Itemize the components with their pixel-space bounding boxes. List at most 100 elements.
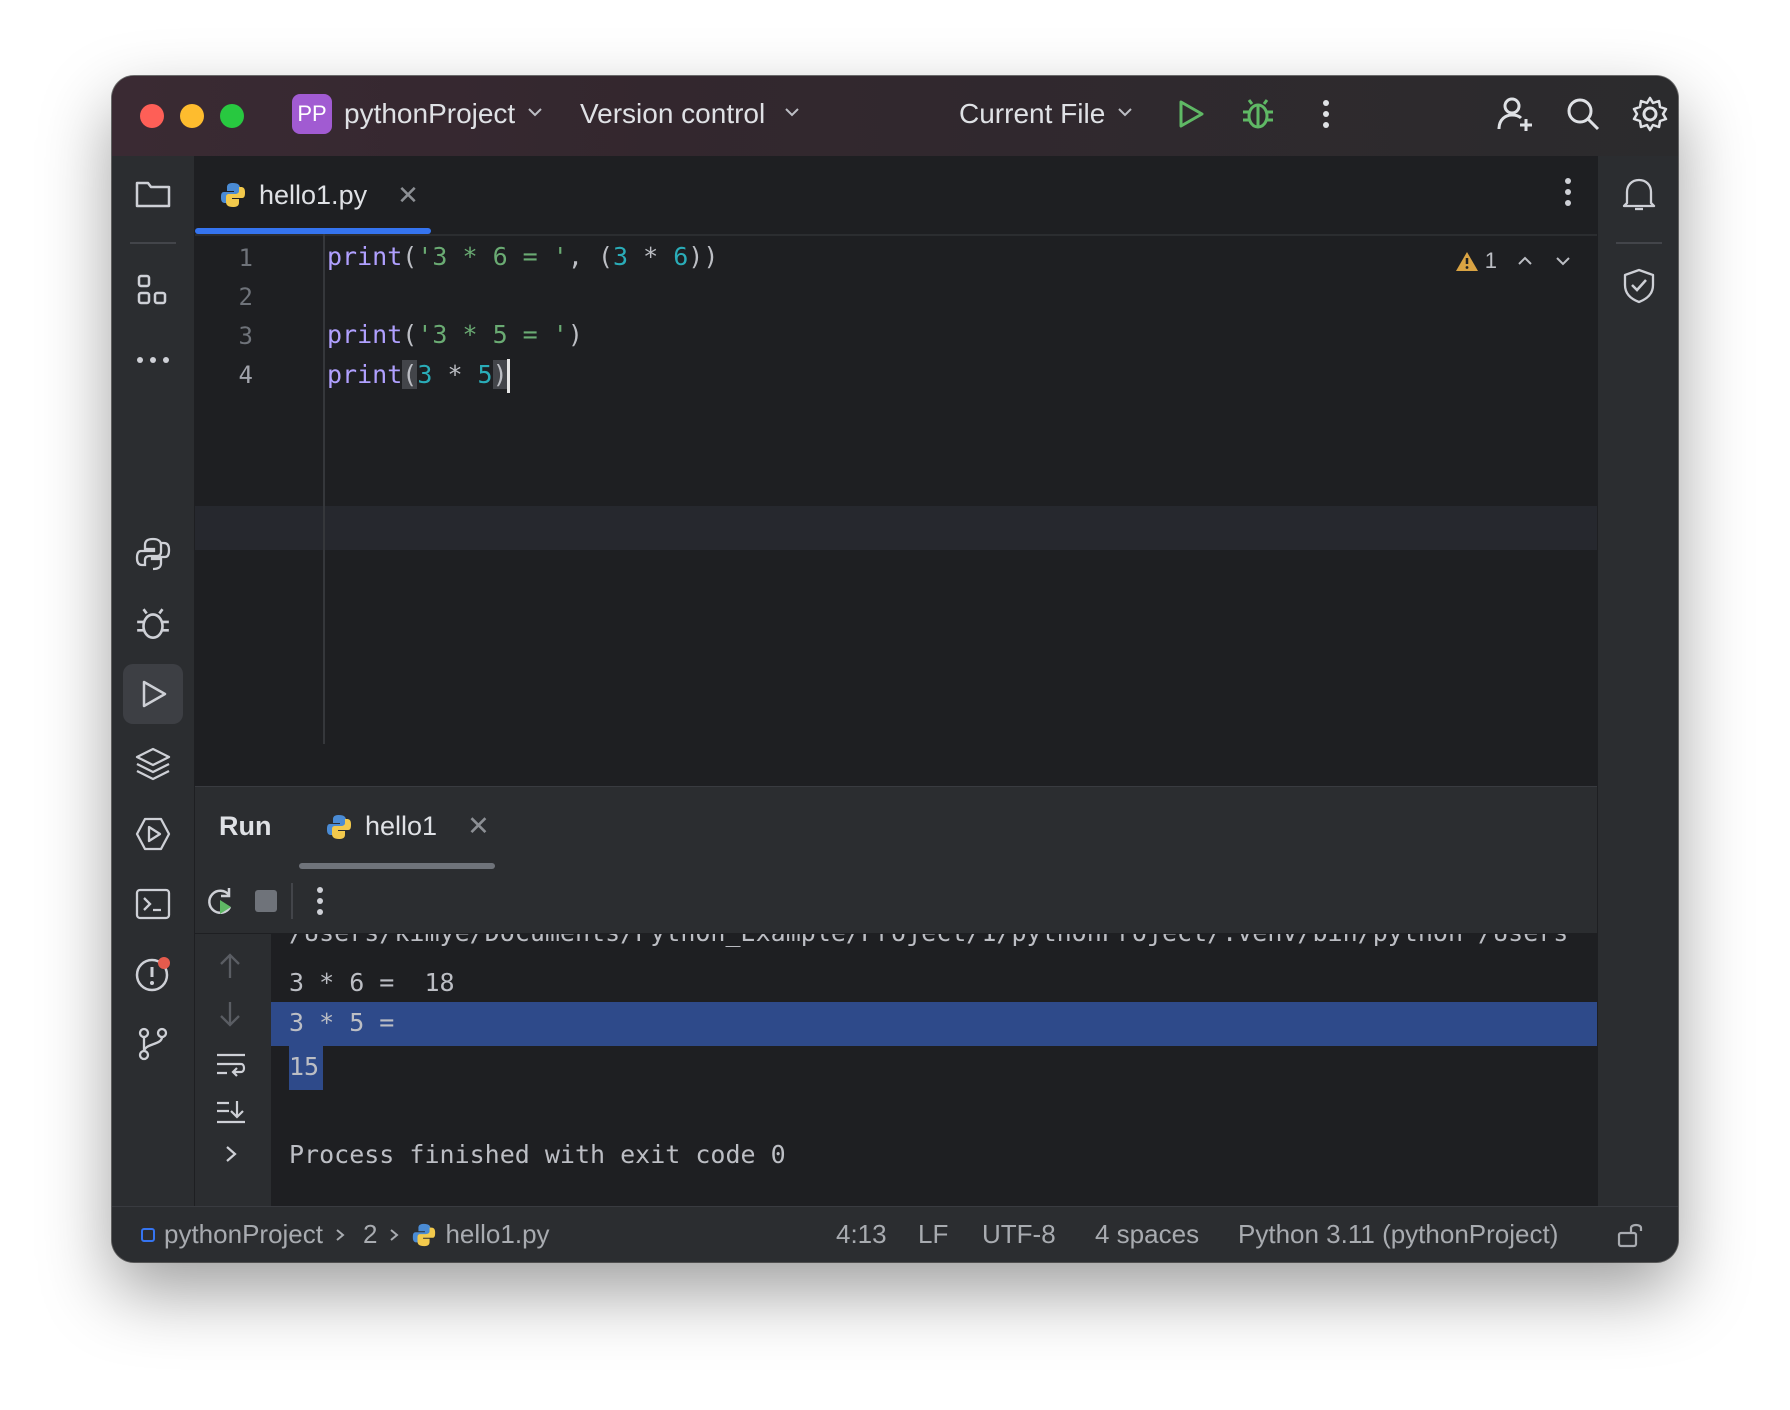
- tab-filename: hello1.py: [259, 179, 368, 210]
- chevron-down-icon: [1118, 108, 1132, 117]
- more-actions-button[interactable]: [1302, 90, 1350, 138]
- vertical-dots-icon[interactable]: [315, 885, 325, 917]
- services-tool-button[interactable]: [123, 804, 183, 864]
- status-bar: pythonProject 2 hello1.py 4:13 LF UTF-8 …: [112, 1206, 1678, 1262]
- debug-icon: [137, 608, 169, 640]
- python-console-icon: [135, 537, 171, 571]
- close-window-button[interactable]: [140, 104, 164, 128]
- problems-icon: [135, 957, 170, 992]
- line-number: 3: [238, 322, 253, 350]
- warning-icon: [1455, 252, 1478, 271]
- version-control-dropdown[interactable]: Version control: [580, 98, 765, 130]
- run-button[interactable]: [1166, 90, 1214, 138]
- stop-icon[interactable]: [253, 888, 279, 914]
- settings-button[interactable]: [1626, 90, 1674, 138]
- debug-button[interactable]: [1234, 90, 1282, 138]
- line-separator[interactable]: LF: [918, 1219, 948, 1250]
- debug-tool-button[interactable]: [123, 594, 183, 654]
- run-tab-label: hello1: [365, 811, 438, 841]
- more-tools-button[interactable]: [123, 330, 183, 390]
- code-line-1[interactable]: print('3 * 6 = ', (3 * 6)): [327, 242, 718, 271]
- line-number: 1: [238, 244, 253, 272]
- console-line: Process finished with exit code 0: [289, 1140, 786, 1169]
- editor-area: hello1.py ✕ 1 2 3 4 print('3 * 6 = ', (3…: [195, 156, 1597, 786]
- module-icon: [141, 1227, 155, 1242]
- services-icon: [135, 817, 171, 851]
- breadcrumb-folder[interactable]: 2: [363, 1219, 377, 1250]
- ide-window: PP pythonProject Version control Current…: [112, 76, 1678, 1262]
- console-line: 3 * 6 = 18: [289, 968, 455, 997]
- structure-tool-button[interactable]: [123, 260, 183, 320]
- python-file-icon: [413, 1223, 436, 1246]
- run-side-toolbar: [195, 934, 271, 1206]
- python-file-icon: [327, 814, 351, 839]
- file-encoding[interactable]: UTF-8: [982, 1219, 1056, 1250]
- arrow-down-icon[interactable]: [217, 1000, 243, 1028]
- chevron-right-icon[interactable]: [221, 1142, 241, 1166]
- project-tool-button[interactable]: [123, 164, 183, 224]
- scroll-to-end-icon[interactable]: [215, 1098, 247, 1126]
- title-bar: PP pythonProject Version control Current…: [112, 76, 1678, 156]
- close-tab-button[interactable]: ✕: [397, 180, 419, 211]
- search-button[interactable]: [1559, 90, 1607, 138]
- shield-icon: [1623, 268, 1655, 304]
- close-run-tab-button[interactable]: ✕: [467, 811, 490, 842]
- run-icon: [142, 680, 167, 708]
- tab-actions-icon[interactable]: [1563, 176, 1573, 208]
- vertical-dots-icon: [1323, 100, 1329, 128]
- caret-position[interactable]: 4:13: [836, 1219, 887, 1250]
- inspection-widget[interactable]: 1: [1455, 248, 1573, 274]
- breadcrumb-file[interactable]: hello1.py: [445, 1219, 549, 1250]
- notifications-button[interactable]: [1609, 164, 1669, 224]
- indent-setting[interactable]: 4 spaces: [1095, 1219, 1199, 1250]
- code-with-me-button[interactable]: [1492, 90, 1540, 138]
- chevron-down-icon[interactable]: [1553, 251, 1573, 271]
- more-icon: [137, 357, 169, 363]
- lock-open-icon[interactable]: [1616, 1221, 1644, 1249]
- problems-tool-button[interactable]: [123, 944, 183, 1004]
- run-panel-title: Run: [219, 811, 272, 841]
- run-tool-button[interactable]: [123, 664, 183, 724]
- code-quality-button[interactable]: [1609, 256, 1669, 316]
- python-file-icon: [221, 183, 245, 207]
- terminal-tool-button[interactable]: [123, 874, 183, 934]
- line-number: 4: [238, 361, 253, 389]
- toolbar-separator: [1616, 242, 1662, 244]
- structure-icon: [137, 274, 167, 305]
- chevron-right-icon: [336, 1228, 345, 1241]
- python-interpreter[interactable]: Python 3.11 (pythonProject): [1238, 1219, 1558, 1250]
- run-config-dropdown[interactable]: Current File: [959, 98, 1105, 130]
- breadcrumb: pythonProject 2 hello1.py: [140, 1219, 550, 1250]
- project-badge[interactable]: PP: [292, 94, 332, 134]
- minimize-window-button[interactable]: [180, 104, 204, 128]
- code-line-4[interactable]: print(3 * 5): [327, 359, 510, 393]
- left-tool-window-bar: [112, 156, 195, 1206]
- git-icon: [138, 1027, 168, 1061]
- chevron-up-icon[interactable]: [1515, 251, 1535, 271]
- terminal-icon: [135, 888, 171, 920]
- console-line: /Users/kimye/Documents/Python_Example/Pr…: [289, 934, 1568, 947]
- console-output[interactable]: /Users/kimye/Documents/Python_Example/Pr…: [271, 934, 1597, 1206]
- folder-icon: [135, 181, 171, 208]
- console-line: 15: [289, 1052, 320, 1081]
- current-line-highlight: [195, 506, 1597, 550]
- run-tool-window: Run hello1 ✕ 3 * 6 = 18 3 * 5 = 15 Proce…: [195, 786, 1597, 1206]
- bell-icon: [1622, 178, 1656, 211]
- project-name-dropdown[interactable]: pythonProject: [344, 98, 515, 130]
- breadcrumb-project[interactable]: pythonProject: [164, 1219, 323, 1250]
- console-selection: [271, 1002, 1597, 1046]
- soft-wrap-icon[interactable]: [215, 1050, 247, 1078]
- warning-count: 1: [1484, 248, 1497, 273]
- code-line-3[interactable]: print('3 * 5 = '): [327, 320, 583, 349]
- maximize-window-button[interactable]: [220, 104, 244, 128]
- python-console-tool-button[interactable]: [123, 524, 183, 584]
- rerun-icon[interactable]: [203, 885, 237, 919]
- settings-icon: [1632, 96, 1668, 132]
- python-packages-tool-button[interactable]: [123, 734, 183, 794]
- git-tool-button[interactable]: [123, 1014, 183, 1074]
- line-number-gutter: 1 2 3 4: [195, 234, 325, 744]
- arrow-up-icon[interactable]: [217, 952, 243, 980]
- run-tab-hello1[interactable]: hello1 ✕: [325, 811, 490, 842]
- window-controls: [140, 104, 244, 128]
- editor-tab-hello1[interactable]: hello1.py ✕: [219, 156, 419, 234]
